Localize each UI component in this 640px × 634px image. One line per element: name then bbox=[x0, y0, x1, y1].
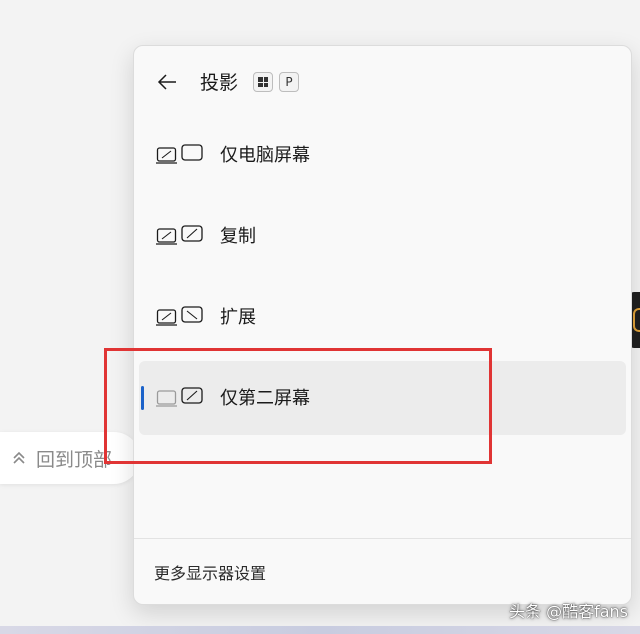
more-display-settings-link[interactable]: 更多显示器设置 bbox=[154, 560, 266, 584]
option-extend[interactable]: 扩展 bbox=[139, 280, 626, 354]
option-label: 仅电脑屏幕 bbox=[220, 145, 310, 166]
chevron-up-double-icon bbox=[13, 451, 25, 464]
taskbar-strip bbox=[0, 626, 640, 634]
flyout-header: 投影 P bbox=[134, 46, 631, 118]
arrow-left-icon[interactable] bbox=[156, 72, 178, 92]
pc-screen-only-icon bbox=[156, 144, 203, 164]
windows-key-icon bbox=[258, 77, 268, 87]
extend-icon bbox=[156, 306, 203, 326]
option-second-screen-only[interactable]: 仅第二屏幕 bbox=[139, 361, 626, 435]
option-pc-screen-only[interactable]: 仅电脑屏幕 bbox=[139, 118, 626, 192]
back-to-top-label: 回到顶部 bbox=[36, 448, 113, 471]
flyout-title: 投影 bbox=[200, 72, 239, 94]
project-flyout: 投影 P 仅电脑屏幕 复制 扩展 仅第二屏幕 更多显示器设置 bbox=[133, 45, 632, 605]
selected-indicator bbox=[141, 386, 144, 410]
windows-key-badge bbox=[253, 72, 273, 92]
p-key-badge: P bbox=[279, 72, 299, 92]
back-to-top-button[interactable]: 回到顶部 bbox=[0, 432, 140, 484]
option-label: 仅第二屏幕 bbox=[220, 388, 310, 409]
watermark: 头条 @酷客fans bbox=[508, 602, 628, 621]
option-duplicate[interactable]: 复制 bbox=[139, 199, 626, 273]
second-screen-only-icon bbox=[156, 387, 203, 407]
duplicate-icon bbox=[156, 225, 203, 245]
footer-divider bbox=[134, 538, 631, 539]
option-label: 扩展 bbox=[220, 307, 256, 328]
option-label: 复制 bbox=[220, 226, 256, 247]
